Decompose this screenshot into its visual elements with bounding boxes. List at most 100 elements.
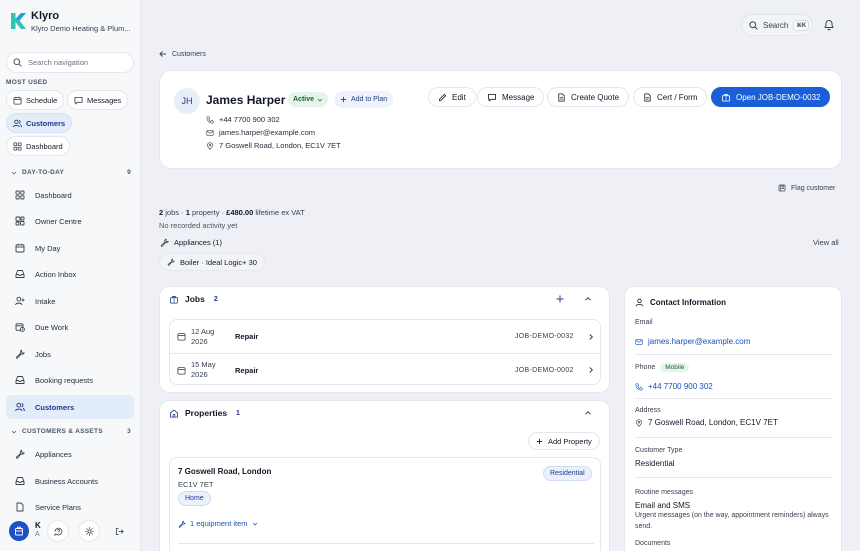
jobs-card: Jobs 2 12 Aug 2026 Repair JOB-DEMO-0032 1… xyxy=(159,286,610,393)
jobs-title: Jobs xyxy=(185,294,205,304)
property-item[interactable]: 7 Goswell Road, London EC1V 7ET Home Res… xyxy=(169,457,601,551)
collapse-properties-button[interactable] xyxy=(584,409,592,417)
sidebar-item-jobs[interactable]: Jobs xyxy=(6,342,134,366)
pencil-icon xyxy=(438,93,447,102)
view-all-appliances-link[interactable]: View all xyxy=(813,238,839,247)
flag-customer-label: Flag customer xyxy=(791,184,836,192)
sidebar-item-owner-centre[interactable]: Owner Centre xyxy=(6,209,134,233)
section-customers-assets[interactable]: CUSTOMERS & ASSETS 3 xyxy=(11,428,131,435)
flag-customer-button[interactable]: Flag customer xyxy=(778,184,835,192)
section-day-to-day[interactable]: DAY-TO-DAY 9 xyxy=(11,169,131,176)
add-job-button[interactable] xyxy=(556,295,564,303)
help-button[interactable] xyxy=(47,520,69,542)
calendar-clock-icon xyxy=(14,321,26,333)
header-address-text: 7 Goswell Road, London, EC1V 7ET xyxy=(219,141,341,150)
header-address[interactable]: 7 Goswell Road, London, EC1V 7ET xyxy=(206,141,341,150)
documents-label: Documents xyxy=(635,540,671,547)
section-customers-assets-label: CUSTOMERS & ASSETS xyxy=(22,428,103,435)
sidebar-item-business-accounts[interactable]: Business Accounts xyxy=(6,469,134,493)
sidebar-item-action-inbox[interactable]: Action Inbox xyxy=(6,262,134,286)
sidebar-item-booking-requests[interactable]: Booking requests xyxy=(6,368,134,392)
add-property-button[interactable]: Add Property xyxy=(528,432,600,450)
chevron-right-icon xyxy=(589,367,594,373)
quick-schedule-label: Schedule xyxy=(26,95,58,105)
business-avatar[interactable] xyxy=(9,521,29,541)
create-quote-button[interactable]: Create Quote xyxy=(547,87,630,107)
sidebar-item-label: Customers xyxy=(35,402,75,412)
job-date-year: 2026 xyxy=(191,370,208,379)
chevron-down-icon xyxy=(11,429,17,435)
section-day-to-day-count: 9 xyxy=(127,169,131,176)
summary-jobs-word: jobs xyxy=(165,208,180,217)
wrench-icon xyxy=(178,520,186,528)
inbox-icon xyxy=(14,475,26,487)
status-dropdown[interactable]: Active xyxy=(288,92,329,107)
summary-jobs-count: 2 xyxy=(159,208,164,217)
contact-email[interactable]: james.harper@example.com xyxy=(635,337,750,346)
user-icon xyxy=(635,298,644,307)
job-date-day: 12 Aug xyxy=(191,326,215,336)
calendar-icon xyxy=(13,96,22,105)
logout-button[interactable] xyxy=(108,520,130,542)
sidebar-item-intake[interactable]: Intake xyxy=(6,289,134,313)
divider xyxy=(635,354,832,355)
header-phone[interactable]: +44 7700 900 302 xyxy=(206,115,280,124)
header-email[interactable]: james.harper@example.com xyxy=(206,128,315,137)
cert-form-label: Cert / Form xyxy=(657,92,698,102)
sidebar-item-due-work[interactable]: Due Work xyxy=(6,315,134,339)
edit-button[interactable]: Edit xyxy=(428,87,476,107)
contact-phone[interactable]: +44 7700 900 302 xyxy=(635,382,713,391)
table-row[interactable]: 12 Aug 2026 Repair JOB-DEMO-0032 xyxy=(170,320,602,353)
open-job-button[interactable]: Open JOB-DEMO-0032 xyxy=(711,87,831,107)
quick-customers[interactable]: Customers xyxy=(6,113,73,133)
collapse-jobs-button[interactable] xyxy=(584,295,592,303)
contact-address[interactable]: 7 Goswell Road, London, EC1V 7ET xyxy=(635,418,778,427)
quick-dashboard[interactable]: Dashboard xyxy=(6,136,70,156)
appliance-chip[interactable]: Boiler · Ideal Logic+ 30 xyxy=(159,253,265,271)
notifications-button[interactable] xyxy=(823,18,837,32)
quick-messages[interactable]: Messages xyxy=(67,90,129,110)
sidebar-item-label: Booking requests xyxy=(35,375,93,385)
message-button[interactable]: Message xyxy=(477,87,545,107)
nav-search[interactable] xyxy=(6,52,134,73)
sidebar-item-appliances[interactable]: Appliances xyxy=(6,442,134,466)
customer-header-card: JH James Harper Active Add to Plan +44 7… xyxy=(159,70,842,169)
jobs-list: 12 Aug 2026 Repair JOB-DEMO-0032 15 May 20… xyxy=(169,319,602,386)
sidebar-item-customers[interactable]: Customers xyxy=(6,395,134,419)
sidebar-item-my-day[interactable]: My Day xyxy=(6,236,134,260)
add-to-plan-button[interactable]: Add to Plan xyxy=(334,91,394,108)
contact-info-header: Contact Information xyxy=(635,298,726,307)
header-email-text: james.harper@example.com xyxy=(219,128,315,137)
briefcase-icon xyxy=(721,93,731,102)
quick-schedule[interactable]: Schedule xyxy=(6,90,65,110)
summary-properties-count: 1 xyxy=(185,208,190,217)
sidebar-item-label: Owner Centre xyxy=(35,216,82,226)
property-tag-home: Home xyxy=(178,491,211,506)
phone-type-badge: Mobile xyxy=(660,363,690,372)
appliances-heading-label: Appliances (1) xyxy=(174,238,222,247)
equipment-toggle[interactable]: 1 equipment item xyxy=(178,519,258,528)
map-pin-icon xyxy=(206,141,214,150)
global-search-button[interactable]: Search ⌘K xyxy=(741,14,813,36)
klyro-logo-icon xyxy=(11,13,26,29)
sidebar-item-dashboard[interactable]: Dashboard xyxy=(6,183,134,207)
chevron-down-icon xyxy=(317,97,323,103)
customer-name: James Harper xyxy=(206,93,286,107)
job-type: Repair xyxy=(235,332,259,341)
cert-form-button[interactable]: Cert / Form xyxy=(633,87,708,107)
summary-lifetime-suffix: lifetime ex VAT xyxy=(255,208,305,217)
sidebar-item-label: Jobs xyxy=(35,349,51,359)
contact-email-text: james.harper@example.com xyxy=(648,337,751,346)
bell-icon xyxy=(824,20,834,31)
table-row[interactable]: 15 May 2026 Repair JOB-DEMO-0002 xyxy=(170,353,602,386)
nav-search-input[interactable] xyxy=(28,58,123,67)
users-icon xyxy=(14,401,26,413)
sidebar-footer: K A xyxy=(0,514,140,551)
header-phone-text: +44 7700 900 302 xyxy=(219,115,280,124)
contact-phone-text: +44 7700 900 302 xyxy=(648,382,713,391)
message-label: Message xyxy=(502,92,535,102)
theme-button[interactable] xyxy=(78,520,100,542)
properties-title: Properties xyxy=(185,408,228,418)
breadcrumb[interactable]: Customers xyxy=(159,50,206,58)
brand[interactable]: Klyro Klyro Demo Heating & Plum... xyxy=(10,10,131,34)
